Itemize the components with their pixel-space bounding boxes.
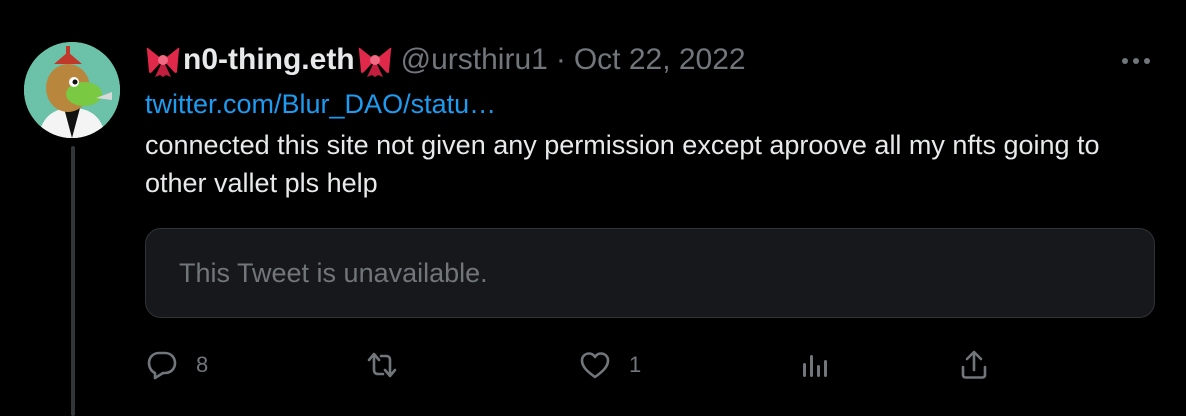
retweet-button[interactable] — [366, 342, 398, 388]
retweet-icon — [367, 352, 397, 378]
display-name[interactable]: n0-thing.eth — [183, 43, 355, 77]
ribbon-icon — [146, 47, 180, 77]
user-handle[interactable]: @ursthiru1 — [401, 43, 548, 77]
tweet-link[interactable]: twitter.com/Blur_DAO/statu… — [145, 86, 1155, 122]
share-button[interactable] — [958, 342, 990, 388]
tweet-date[interactable]: Oct 22, 2022 — [574, 43, 746, 77]
tweet-header: n0-thing.eth @ursthiru1 · Oct 22, 2022 — [145, 40, 1155, 80]
like-icon — [580, 352, 610, 379]
like-count: 1 — [629, 352, 642, 377]
like-button[interactable]: 1 — [579, 342, 641, 388]
share-icon — [961, 350, 987, 379]
more-button[interactable] — [1116, 46, 1156, 76]
avatar-image — [24, 42, 120, 138]
reply-icon — [147, 351, 177, 380]
tweet-content: n0-thing.eth @ursthiru1 · Oct 22, 2022 t… — [145, 40, 1155, 202]
quoted-tweet-unavailable: This Tweet is unavailable. — [179, 257, 488, 288]
reply-count: 8 — [196, 352, 209, 377]
analytics-button[interactable] — [799, 342, 831, 388]
avatar[interactable] — [24, 42, 120, 138]
reply-button[interactable]: 8 — [146, 342, 208, 388]
ribbon-icon — [358, 47, 391, 77]
analytics-icon — [803, 355, 827, 377]
quoted-tweet-card: This Tweet is unavailable. — [145, 228, 1155, 318]
tweet[interactable]: n0-thing.eth @ursthiru1 · Oct 22, 2022 t… — [0, 0, 1186, 416]
tweet-actions: 8 1 — [0, 342, 1186, 388]
separator-dot: · — [555, 43, 566, 76]
more-icon — [1122, 58, 1150, 64]
tweet-text: connected this site not given any permis… — [145, 130, 1100, 198]
